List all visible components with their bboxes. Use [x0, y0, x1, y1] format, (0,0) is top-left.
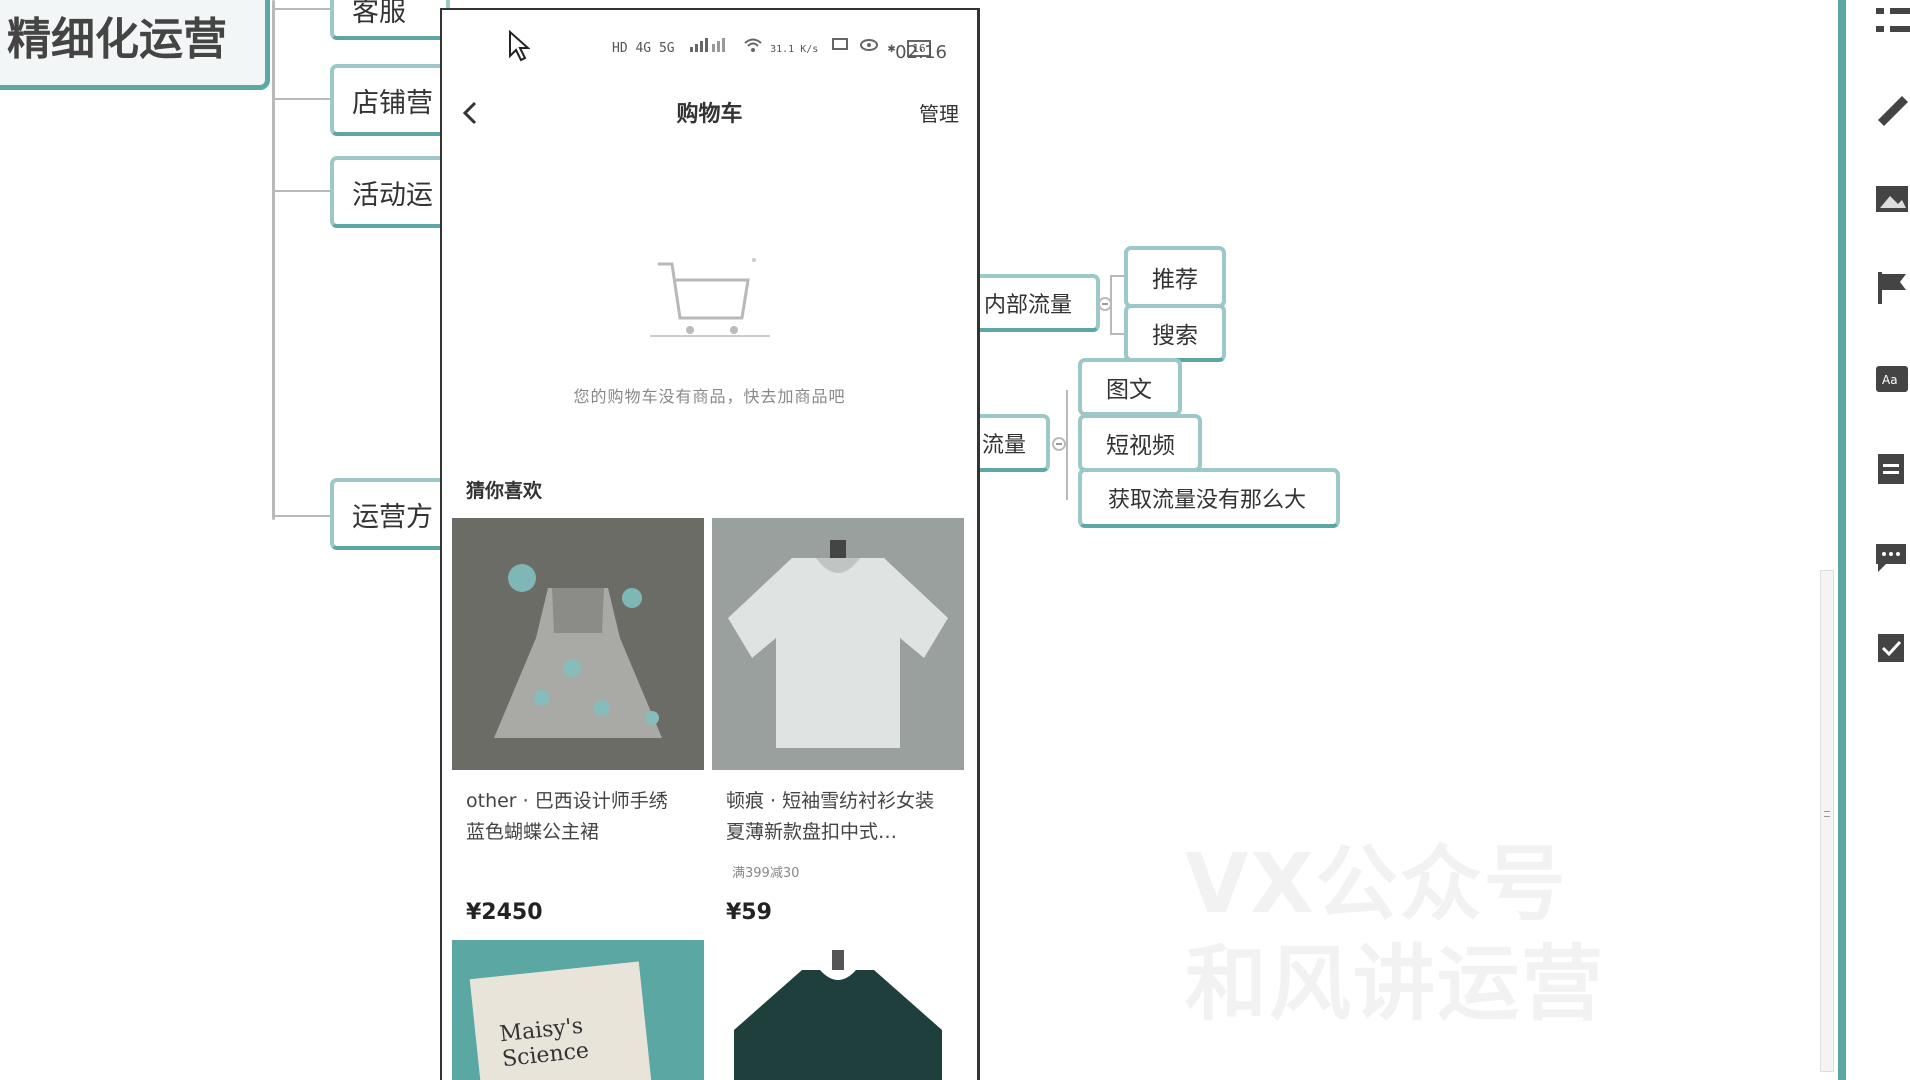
topic-label: 流量: [982, 433, 1027, 458]
cast-icon: [832, 38, 856, 56]
svg-text:Aa: Aa: [1882, 373, 1898, 387]
root-topic-label: 精细化运营: [7, 14, 227, 65]
product-price: ¥2450: [466, 900, 543, 925]
text-icon[interactable]: Aa: [1872, 362, 1910, 396]
topic-traffic-not-large[interactable]: 获取流量没有那么大: [1078, 468, 1340, 528]
topic-search[interactable]: 搜索: [1124, 304, 1226, 362]
panel-divider: [1838, 0, 1846, 1080]
branch-connector: [272, 98, 332, 100]
topic-image-text[interactable]: 图文: [1078, 358, 1182, 416]
topic-activity-operation[interactable]: 活动运: [330, 156, 450, 228]
product-image[interactable]: Maisy's Science: [452, 940, 704, 1080]
topic-short-video[interactable]: 短视频: [1078, 414, 1202, 472]
branch-connector: [1110, 275, 1112, 335]
note-icon[interactable]: [1872, 452, 1910, 486]
empty-cart-message: 您的购物车没有商品，快去加商品吧: [573, 387, 846, 406]
topic-label: 内部流量: [984, 293, 1073, 318]
network-speed: 31.1 K/s: [770, 44, 819, 55]
root-topic[interactable]: 精细化运营: [0, 0, 270, 90]
watermark-line: VX公众号: [1185, 837, 1568, 932]
topic-label: 推荐: [1152, 267, 1198, 293]
status-bar: HD 4G 5G 31.1 K/s ✱ 16: [612, 38, 931, 57]
manage-button[interactable]: 管理: [919, 98, 959, 127]
promo-badge: 满399减30: [732, 866, 800, 881]
style-icon[interactable]: [1872, 92, 1910, 126]
topic-label: 运营方: [352, 501, 433, 533]
branch-connector: [272, 8, 332, 10]
topic-recommend[interactable]: 推荐: [1124, 246, 1226, 308]
topic-label: 搜索: [1152, 323, 1198, 349]
branch-connector: [272, 0, 275, 520]
mouse-cursor-icon: [508, 29, 531, 66]
outline-icon[interactable]: [1872, 4, 1910, 38]
clock: 02:16: [895, 42, 947, 63]
topic-operation-method[interactable]: 运营方: [330, 478, 450, 550]
comment-icon[interactable]: [1872, 540, 1910, 574]
image-icon[interactable]: [1872, 182, 1910, 216]
flag-icon[interactable]: [1872, 270, 1910, 304]
topic-label: 客服: [352, 0, 406, 28]
watermark: VX公众号 和风讲运营: [1185, 835, 1605, 1035]
eye-icon: [859, 39, 886, 56]
watermark-line: 和风讲运营: [1185, 937, 1606, 1032]
product-price: ¥59: [726, 900, 772, 925]
collapse-toggle[interactable]: [1052, 437, 1066, 451]
branch-connector: [272, 515, 332, 517]
task-icon[interactable]: [1872, 630, 1910, 664]
topic-label: 图文: [1106, 377, 1152, 403]
scrollbar[interactable]: [1820, 570, 1834, 1072]
topic-internal-traffic[interactable]: 内部流量: [960, 274, 1100, 332]
cart-icon: [650, 250, 770, 344]
branch-connector: [272, 190, 332, 192]
book-cover: Maisy's Science: [469, 961, 653, 1080]
topic-label: 短视频: [1106, 433, 1175, 459]
network-indicator: HD 4G 5G: [612, 41, 675, 56]
signal-icon: [690, 38, 730, 56]
product-image[interactable]: [712, 940, 964, 1080]
wifi-icon: [744, 38, 770, 56]
topic-label: 活动运: [352, 179, 433, 211]
phone-screen: HD 4G 5G 31.1 K/s ✱ 16 02:16 购物车 管理 您的购物: [440, 8, 980, 1080]
book-title: Maisy's Science: [498, 1013, 591, 1073]
product-image[interactable]: [712, 518, 964, 770]
page-title: 购物车: [676, 102, 743, 127]
branch-connector: [1066, 390, 1068, 500]
topic-label: 获取流量没有那么大: [1108, 488, 1307, 513]
section-title: 猜你喜欢: [466, 480, 543, 502]
topic-customer-service[interactable]: 客服: [330, 0, 450, 40]
topic-label: 店铺营: [352, 87, 433, 119]
topic-store-operation[interactable]: 店铺营: [330, 64, 450, 136]
product-image[interactable]: [452, 518, 704, 770]
product-title[interactable]: other · 巴西设计师手绣蓝色蝴蝶公主裙: [466, 786, 686, 848]
product-title[interactable]: 顿痕 · 短袖雪纺衬衫女装夏薄新款盘扣中式…: [726, 786, 946, 848]
